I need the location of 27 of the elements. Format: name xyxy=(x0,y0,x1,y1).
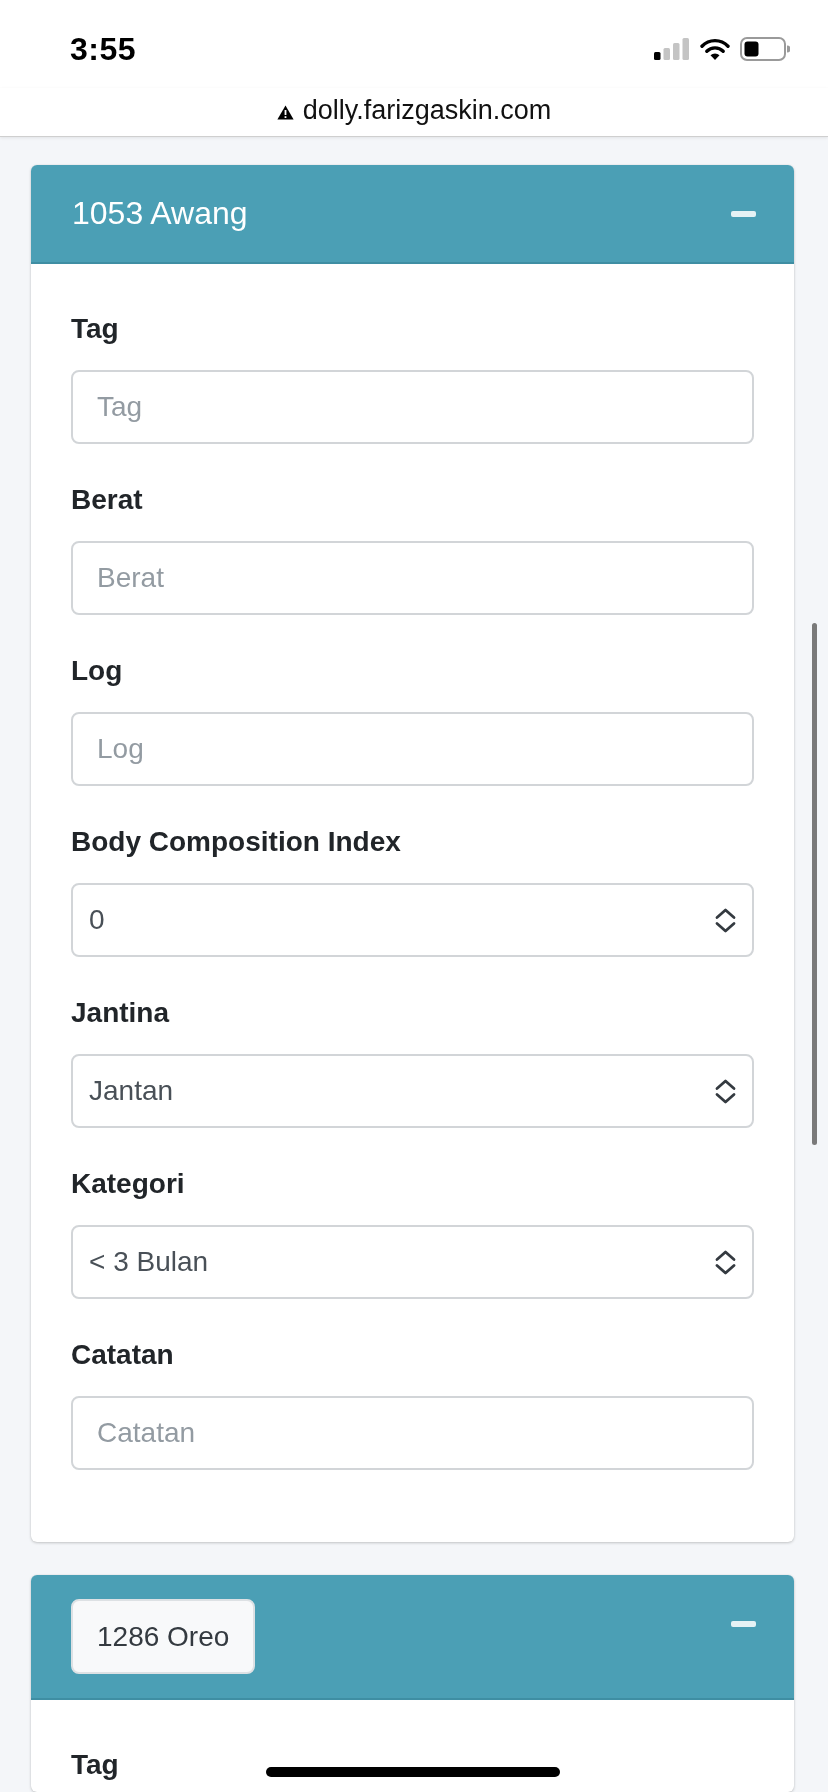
input-field[interactable]: Catatan xyxy=(71,1396,754,1470)
input-field[interactable]: Log xyxy=(71,712,754,786)
field-label: Tag xyxy=(71,312,119,346)
minus-icon[interactable] xyxy=(731,1620,756,1627)
chevron-updown-icon xyxy=(715,1249,736,1275)
chevron-updown-icon xyxy=(715,907,736,933)
field-label: Berat xyxy=(71,483,143,517)
battery-icon xyxy=(740,37,790,61)
status-time: 3:55 xyxy=(70,30,137,68)
chevron-updown-icon xyxy=(715,1078,736,1104)
warning-icon xyxy=(276,105,294,120)
input-field[interactable]: Tag xyxy=(71,370,754,444)
signal-icon xyxy=(654,38,690,60)
field-label: Tag xyxy=(71,1748,119,1782)
input-field[interactable]: Berat xyxy=(71,541,754,615)
minus-icon[interactable] xyxy=(731,210,756,217)
field-label: Catatan xyxy=(71,1338,174,1372)
field-label: Body Composition Index xyxy=(71,825,401,859)
card-title: 1053 Awang xyxy=(72,194,248,233)
select-field[interactable]: Jantan xyxy=(71,1054,754,1128)
field-label: Jantina xyxy=(71,996,170,1030)
select-field[interactable]: 0 xyxy=(71,883,754,957)
wifi-icon xyxy=(700,38,730,60)
field-label: Log xyxy=(71,654,123,688)
field-label: Kategori xyxy=(71,1167,185,1201)
select-field[interactable]: < 3 Bulan xyxy=(71,1225,754,1299)
title-button[interactable]: 1286 Oreo xyxy=(71,1599,256,1674)
